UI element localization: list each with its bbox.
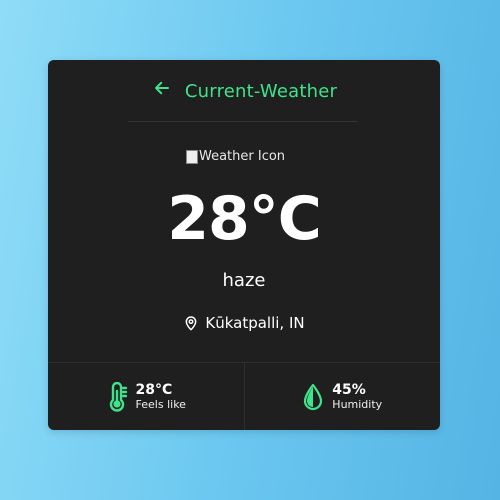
water-drop-icon <box>302 383 324 411</box>
feels-like-value: 28°C <box>135 382 173 398</box>
feels-like-text: 28°C Feels like <box>136 382 186 412</box>
weather-description: haze <box>222 270 266 291</box>
humidity-stat: 45% Humidity <box>243 363 441 430</box>
broken-image-icon <box>186 149 198 164</box>
weather-icon-image: Weather Icon <box>186 149 285 164</box>
thermometer-icon <box>106 382 128 412</box>
location-row: Kūkatpalli, IN <box>48 314 440 332</box>
temperature-value: 28°C <box>167 184 322 254</box>
card-header: Current-Weather <box>48 60 440 122</box>
map-pin-icon <box>185 316 197 331</box>
humidity-text: 45% Humidity <box>332 382 382 412</box>
feels-like-stat: 28°C Feels like <box>48 363 244 430</box>
feels-like-label: Feels like <box>135 398 186 411</box>
stats-bar: 28°C Feels like 45% Humidity <box>48 362 440 430</box>
header-divider <box>128 121 358 122</box>
location-text: Kūkatpalli, IN <box>205 314 305 332</box>
humidity-label: Humidity <box>332 398 383 411</box>
back-arrow-icon[interactable] <box>151 77 173 99</box>
weather-card: Current-Weather Weather Icon 28°C haze K… <box>48 60 440 430</box>
humidity-value: 45% <box>332 382 366 398</box>
weather-icon-alt-text: Weather Icon <box>199 149 286 164</box>
page-title: Current-Weather <box>184 80 338 102</box>
